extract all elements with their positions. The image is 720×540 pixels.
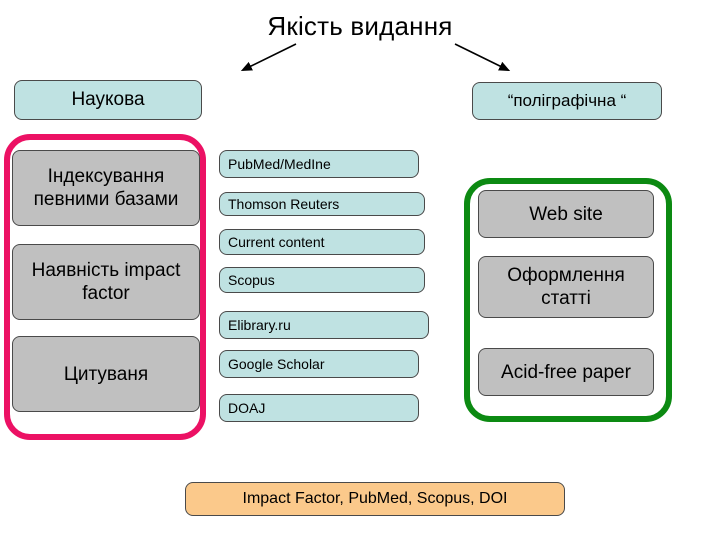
slide-canvas: Якість видання Наукова “поліграфічна “ І… bbox=[0, 0, 720, 540]
arrow-right bbox=[454, 43, 511, 72]
database-item-thomson-reuters: Thomson Reuters bbox=[219, 192, 425, 216]
database-item-elibrary: Elibrary.ru bbox=[219, 311, 429, 339]
arrow-left bbox=[240, 43, 297, 72]
database-item-scopus: Scopus bbox=[219, 267, 425, 293]
database-item-doaj: DOAJ bbox=[219, 394, 419, 422]
summary-box: Impact Factor, PubMed, Scopus, DOI bbox=[185, 482, 565, 516]
right-item-web-site: Web site bbox=[478, 190, 654, 238]
page-title: Якість видання bbox=[267, 11, 453, 41]
right-item-acid-free-paper: Acid-free paper bbox=[478, 348, 654, 396]
database-item-current-content: Current content bbox=[219, 229, 425, 255]
left-branch-heading: Наукова bbox=[14, 80, 202, 120]
right-branch-heading: “поліграфічна “ bbox=[472, 82, 662, 120]
left-item-indexing: Індексування певними базами bbox=[12, 150, 200, 226]
database-item-pubmed: PubMed/MedIne bbox=[219, 150, 419, 178]
right-item-article-layout: Оформлення статті bbox=[478, 256, 654, 318]
left-item-impact-factor: Наявність impact factor bbox=[12, 244, 200, 320]
left-item-citation: Цитуваня bbox=[12, 336, 200, 412]
database-item-google-scholar: Google Scholar bbox=[219, 350, 419, 378]
